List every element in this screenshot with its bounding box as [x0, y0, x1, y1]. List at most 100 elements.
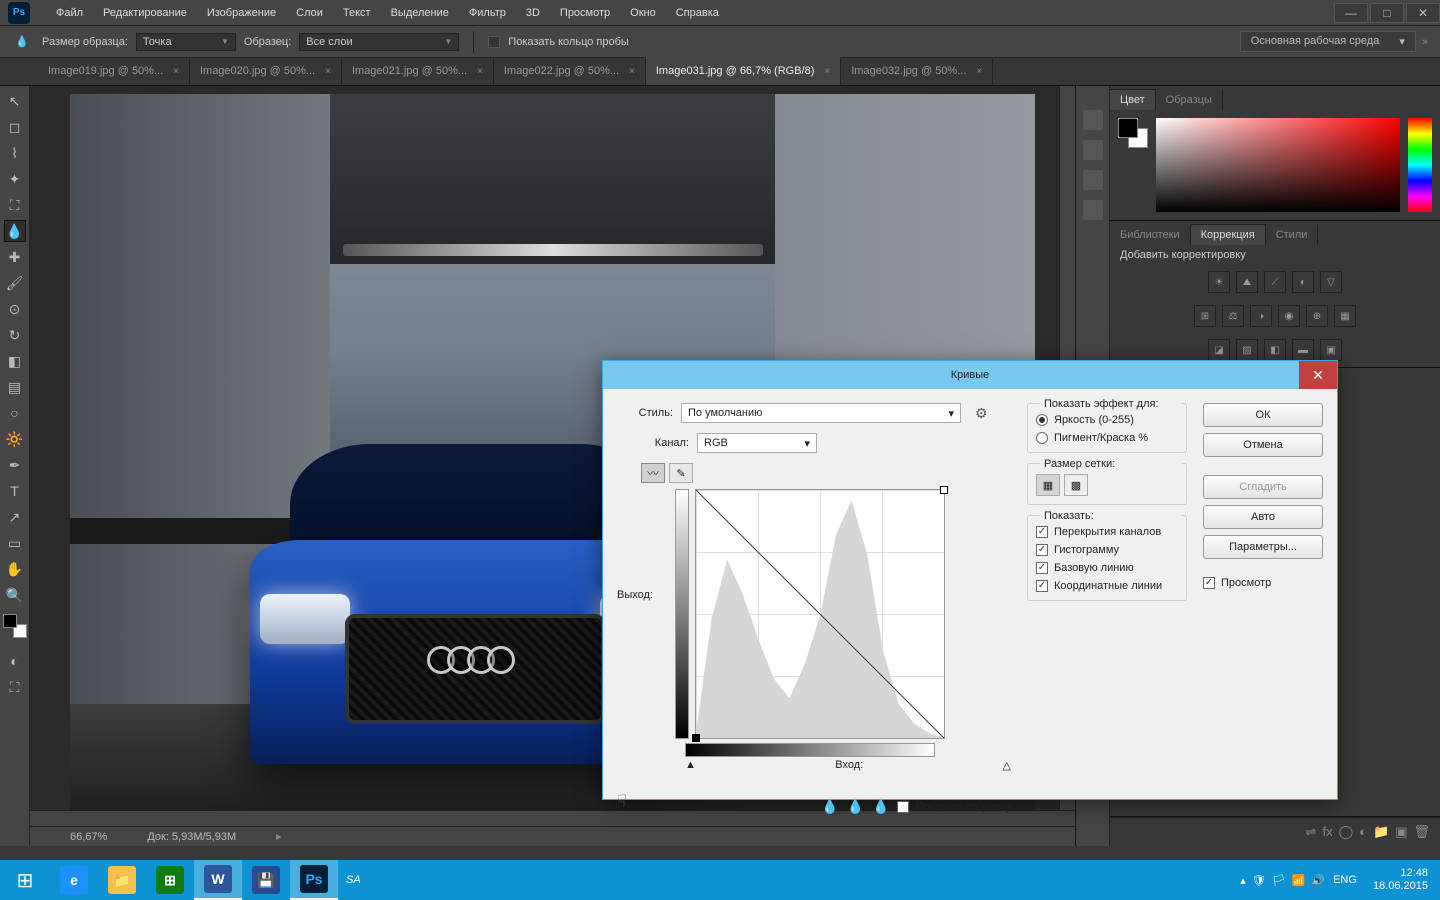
show-clipping-checkbox[interactable] [897, 801, 909, 813]
close-icon[interactable]: × [325, 66, 331, 77]
search-icon[interactable]: » [1422, 36, 1428, 48]
wand-tool[interactable]: ✦ [4, 168, 26, 190]
menu-edit[interactable]: Редактирование [93, 7, 197, 19]
actions-panel-icon[interactable] [1083, 140, 1103, 160]
taskbar-clock[interactable]: 12:48 18.06.2015 [1365, 863, 1436, 897]
close-icon[interactable]: × [824, 66, 830, 77]
gradmap-icon[interactable]: ▬ [1292, 339, 1314, 361]
brush-tool[interactable]: 🖌 [4, 272, 26, 294]
taskbar-save[interactable]: 💾 [242, 860, 290, 900]
properties-panel-icon[interactable] [1083, 170, 1103, 190]
color-field[interactable] [1156, 118, 1400, 212]
balance-icon[interactable]: ⚖ [1222, 305, 1244, 327]
show-baseline-checkbox[interactable]: ✓ [1036, 562, 1048, 574]
black-eyedropper[interactable]: 💧 [821, 798, 838, 815]
show-histogram-checkbox[interactable]: ✓ [1036, 544, 1048, 556]
doc-tab[interactable]: Image020.jpg @ 50%...× [190, 57, 342, 85]
tray-flag-icon[interactable]: 🏳 [1272, 874, 1286, 887]
language-indicator[interactable]: ENG [1333, 874, 1357, 886]
history-brush-tool[interactable]: ↻ [4, 324, 26, 346]
menu-view[interactable]: Просмотр [550, 7, 620, 19]
lasso-tool[interactable]: ⌇ [4, 142, 26, 164]
exposure-icon[interactable]: ◐ [1292, 271, 1314, 293]
dialog-titlebar[interactable]: Кривые ✕ [603, 361, 1337, 389]
close-icon[interactable]: × [976, 66, 982, 77]
dialog-close-button[interactable]: ✕ [1299, 361, 1337, 389]
sample-size-dropdown[interactable]: Точка ▼ [136, 33, 236, 51]
menu-image[interactable]: Изображение [197, 7, 286, 19]
grid-fine-button[interactable]: ▩ [1064, 474, 1088, 496]
posterize-icon[interactable]: ▨ [1236, 339, 1258, 361]
params-button[interactable]: Параметры... [1203, 535, 1323, 559]
crop-tool[interactable]: ⛶ [4, 194, 26, 216]
menu-help[interactable]: Справка [666, 7, 729, 19]
vibrance-icon[interactable]: ▽ [1320, 271, 1342, 293]
doc-tab[interactable]: Image019.jpg @ 50%...× [38, 57, 190, 85]
style-dropdown[interactable]: По умолчанию▾ [681, 403, 961, 423]
levels-icon[interactable]: ⛰ [1236, 271, 1258, 293]
path-tool[interactable]: ↗ [4, 506, 26, 528]
tray-shield-icon[interactable]: 🛡 [1252, 874, 1266, 887]
hue-slider[interactable] [1408, 118, 1432, 212]
blur-tool[interactable]: ○ [4, 402, 26, 424]
menu-3d[interactable]: 3D [516, 7, 550, 19]
menu-select[interactable]: Выделение [381, 7, 459, 19]
show-intersect-checkbox[interactable]: ✓ [1036, 580, 1048, 592]
sample-dropdown[interactable]: Все слои ▼ [299, 33, 459, 51]
threshold-icon[interactable]: ◧ [1264, 339, 1286, 361]
bw-icon[interactable]: ◑ [1250, 305, 1272, 327]
move-tool[interactable]: ↖ [4, 90, 26, 112]
tab-swatches[interactable]: Образцы [1156, 90, 1223, 110]
chevron-right-icon[interactable]: ▸ [276, 830, 282, 843]
auto-button[interactable]: Авто [1203, 505, 1323, 529]
fg-bg-swatch[interactable] [1118, 118, 1148, 148]
history-panel-icon[interactable] [1083, 110, 1103, 130]
curves-icon[interactable]: ⟋ [1264, 271, 1286, 293]
mask-icon[interactable]: ◯ [1339, 824, 1354, 840]
tab-libraries[interactable]: Библиотеки [1110, 225, 1191, 245]
close-icon[interactable]: × [629, 66, 635, 77]
group-icon[interactable]: 📁 [1373, 824, 1389, 840]
tab-color[interactable]: Цвет [1110, 89, 1156, 110]
workspace-switcher[interactable]: Основная рабочая среда ▾ [1240, 31, 1416, 52]
taskbar-ie[interactable]: e [50, 860, 98, 900]
doc-tab[interactable]: Image021.jpg @ 50%...× [342, 57, 494, 85]
tab-styles[interactable]: Стили [1266, 225, 1319, 245]
selective-icon[interactable]: ▣ [1320, 339, 1342, 361]
minimize-button[interactable]: — [1334, 3, 1368, 23]
doc-tab[interactable]: Image022.jpg @ 50%...× [494, 57, 646, 85]
hue-icon[interactable]: ⊞ [1194, 305, 1216, 327]
preview-checkbox[interactable]: ✓ [1203, 577, 1215, 589]
new-icon[interactable]: ▣ [1395, 824, 1407, 840]
hand-icon[interactable]: ☟ [617, 791, 627, 811]
shape-tool[interactable]: ▭ [4, 532, 26, 554]
white-slider[interactable]: △ [1003, 759, 1011, 772]
zoom-level[interactable]: 66,67% [70, 831, 107, 843]
photo-filter-icon[interactable]: ◉ [1278, 305, 1300, 327]
dodge-tool[interactable]: 🔆 [4, 428, 26, 450]
invert-icon[interactable]: ◪ [1208, 339, 1230, 361]
gradient-tool[interactable]: ▤ [4, 376, 26, 398]
smooth-button[interactable]: Сгладить [1203, 475, 1323, 499]
screenmode-tool[interactable]: ⛶ [4, 676, 26, 698]
eraser-tool[interactable]: ◧ [4, 350, 26, 372]
taskbar-word[interactable]: W [194, 860, 242, 900]
link-icon[interactable]: ⇌ [1306, 824, 1317, 840]
effect-brightness-radio[interactable]: Яркость (0-255) [1036, 414, 1178, 426]
info-panel-icon[interactable] [1083, 200, 1103, 220]
curve-line[interactable] [696, 490, 944, 738]
white-eyedropper[interactable]: 💧 [872, 798, 889, 815]
show-ring-checkbox[interactable] [488, 36, 500, 48]
close-icon[interactable]: × [173, 66, 179, 77]
quickmask-tool[interactable]: ◐ [4, 650, 26, 672]
stamp-tool[interactable]: ⊙ [4, 298, 26, 320]
taskbar[interactable]: ⊞ e 📁 ⊞ W 💾 Ps SA ▴ 🛡 🏳 📶 🔊 ENG 12:48 18… [0, 860, 1440, 900]
tray-network-icon[interactable]: 📶 [1292, 874, 1306, 887]
curve-white-point[interactable] [940, 486, 948, 494]
eyedropper-tool[interactable]: 💧 [4, 220, 26, 242]
lut-icon[interactable]: ▦ [1334, 305, 1356, 327]
curve-black-point[interactable] [692, 734, 700, 742]
ok-button[interactable]: ОК [1203, 403, 1323, 427]
system-tray[interactable]: ▴ 🛡 🏳 📶 🔊 [1240, 874, 1325, 887]
curves-graph[interactable] [695, 489, 945, 739]
